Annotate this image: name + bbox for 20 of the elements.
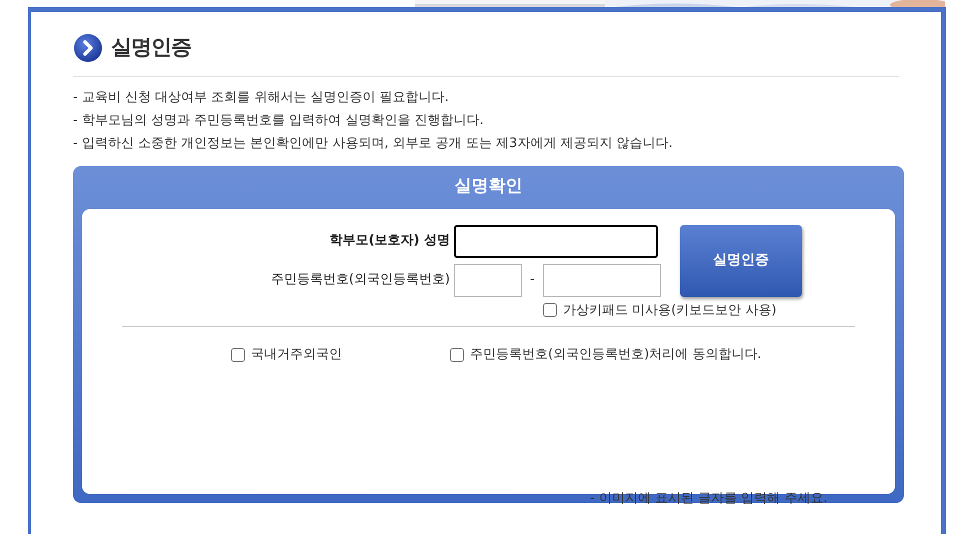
notice-text: - 입력하신 소중한 개인정보는 본인확인에만 사용되며, 외부로 공개 또는 제3자에게 제공되지 않습니다.	[73, 134, 674, 152]
separator: -	[530, 271, 535, 290]
verify-button[interactable]: 실명인증	[680, 224, 802, 296]
notice-text: - 교육비 신청 대상여부 조회를 위해서는 실명인증이 필요합니다.	[73, 88, 450, 106]
id-number-back-input[interactable]	[542, 264, 661, 296]
name-input[interactable]	[454, 224, 658, 258]
chevron-icon	[73, 32, 103, 63]
checkbox-option[interactable]: 국내거주외국인	[231, 345, 450, 364]
field-label: 학부모(보호자) 성명	[328, 232, 451, 250]
page-title: 실명인증	[111, 34, 191, 61]
panel-title: 실명확인	[454, 175, 522, 198]
checkbox[interactable]	[543, 303, 557, 318]
field-label: 주민등록번호(외국인등록번호)	[270, 271, 451, 290]
checkbox[interactable]	[450, 348, 464, 362]
hint-text: - 이미지에 표시된 글자를 입력해 주세요.	[590, 490, 828, 508]
checkbox-option[interactable]: 가상키패드 미사용(키보드보안 사용)	[543, 300, 895, 320]
notice-text: - 학부모님의 성명과 주민등록번호를 입력하여 실명확인을 진행합니다.	[73, 112, 485, 130]
checkbox-option[interactable]: 주민등록번호(외국인등록번호)처리에 동의합니다.	[450, 345, 762, 364]
checkbox[interactable]	[231, 348, 245, 362]
id-number-front-input[interactable]	[454, 264, 522, 296]
